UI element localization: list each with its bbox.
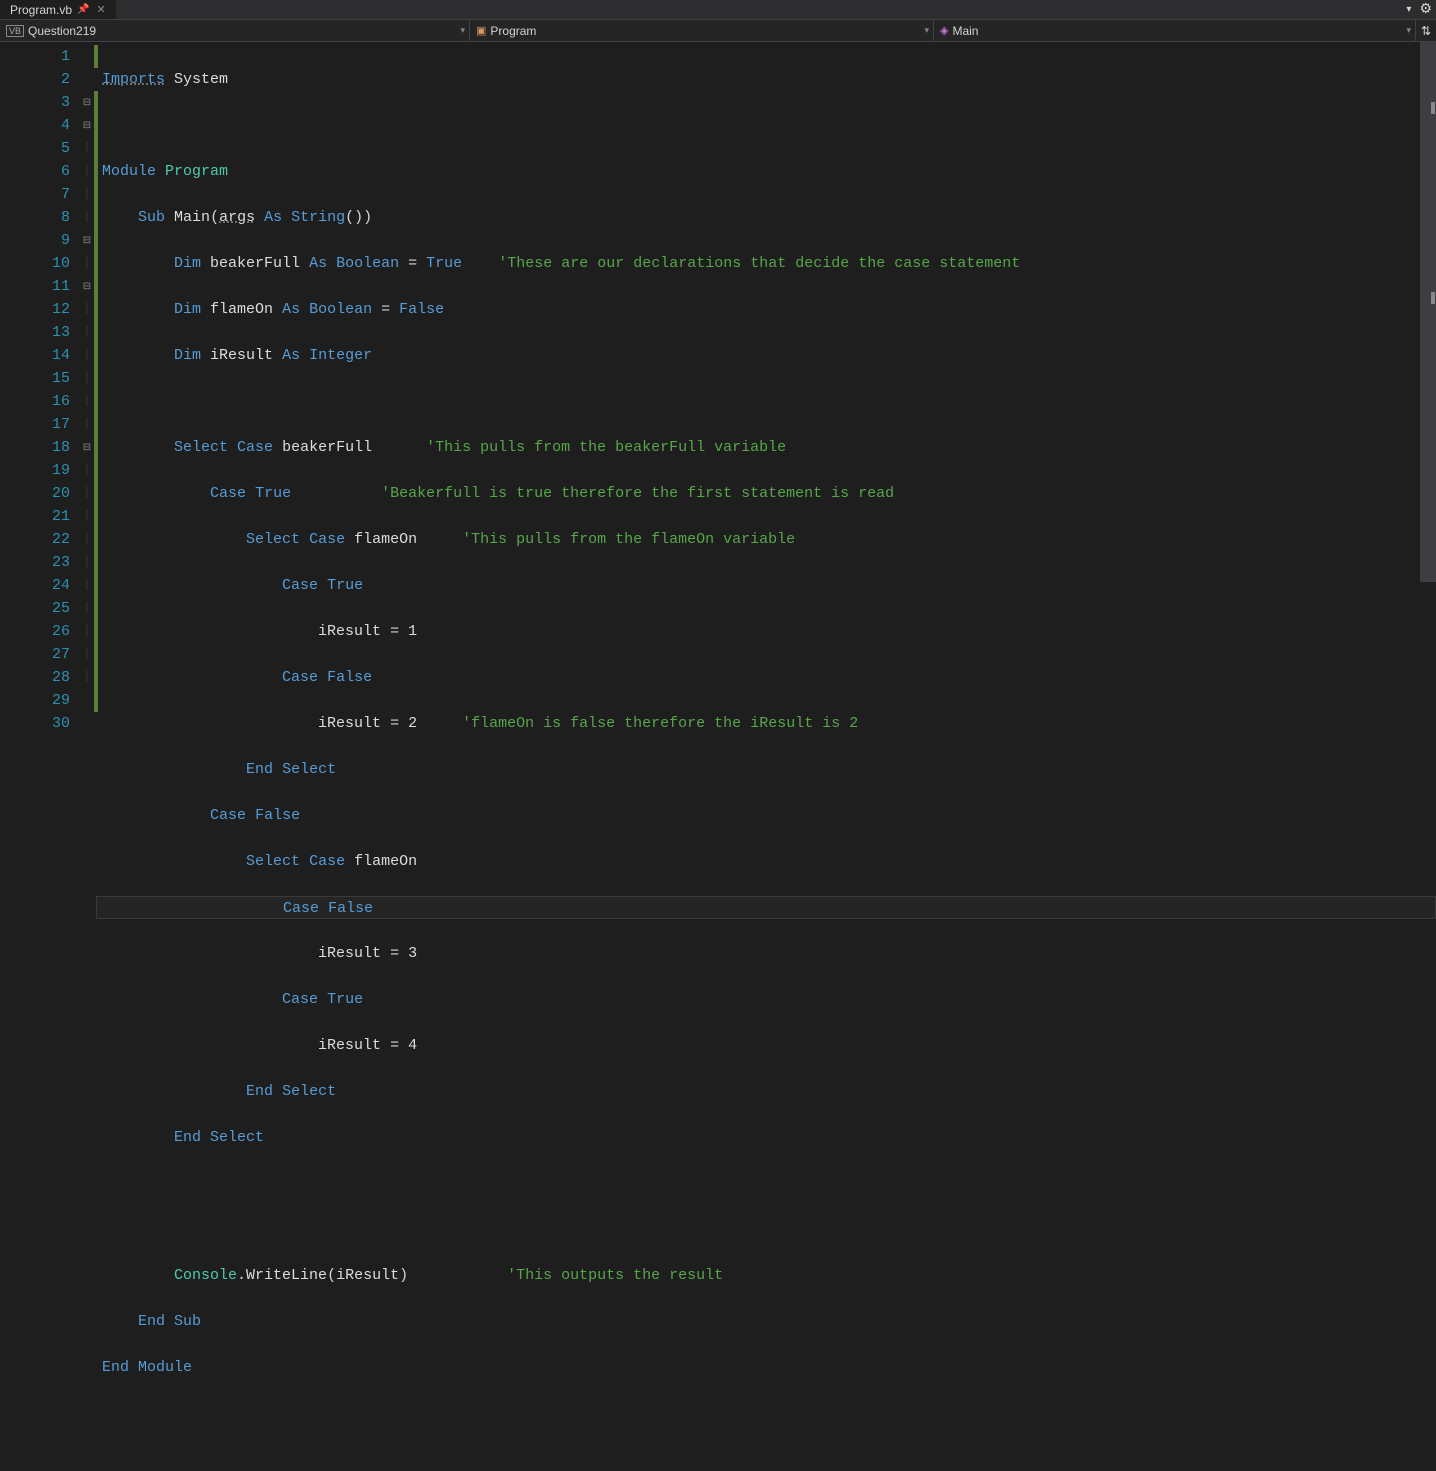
pin-icon[interactable]: 📌 [77,4,89,15]
gear-icon[interactable]: ⚙ [1419,1,1432,18]
split-editor-icon[interactable]: ⇅ [1416,20,1436,41]
fold-toggle[interactable]: ⊟ [80,275,94,298]
line-number: 6 [0,160,70,183]
code-line-current: Case False [96,896,1436,919]
line-number: 15 [0,367,70,390]
line-number: 4 [0,114,70,137]
class-name: Program [490,24,536,38]
scrollbar-thumb[interactable] [1420,42,1436,582]
line-number: 9 [0,229,70,252]
code-line [98,390,1436,413]
code-line: iResult = 4 [98,1034,1436,1057]
code-line: Select Case flameOn [98,850,1436,873]
file-tab[interactable]: Program.vb 📌 ✕ [0,0,116,19]
code-line: Case False [98,666,1436,689]
line-number: 23 [0,551,70,574]
line-number: 27 [0,643,70,666]
chevron-down-icon: ▾ [1406,25,1411,36]
line-number: 30 [0,712,70,735]
code-content[interactable]: Imports System Module Program Sub Main(a… [98,42,1436,780]
line-number-gutter: 1 2 3 4 5 6 7 8 9 10 11 12 13 14 15 16 1… [0,42,80,780]
scroll-marker [1431,292,1435,304]
code-line: Select Case flameOn 'This pulls from the… [98,528,1436,551]
code-line: End Select [98,758,1436,781]
code-line: End Select [98,1126,1436,1149]
code-line: Case True [98,574,1436,597]
line-number: 22 [0,528,70,551]
line-number: 26 [0,620,70,643]
line-number: 19 [0,459,70,482]
code-line: Dim beakerFull As Boolean = True 'These … [98,252,1436,275]
code-line: Select Case beakerFull 'This pulls from … [98,436,1436,459]
line-number: 28 [0,666,70,689]
code-line: Case True [98,988,1436,1011]
method-name: Main [952,24,978,38]
code-line: iResult = 1 [98,620,1436,643]
navigation-bar: VB Question219 ▾ ▣ Program ▾ ◈ Main ▾ ⇅ [0,20,1436,42]
code-line: Case False [98,804,1436,827]
method-dropdown[interactable]: ◈ Main ▾ [934,20,1416,41]
tab-bar: Program.vb 📌 ✕ ▾ ⚙ [0,0,1436,20]
line-number: 5 [0,137,70,160]
line-number: 13 [0,321,70,344]
method-icon: ◈ [940,24,948,37]
code-line [98,114,1436,137]
code-line: iResult = 2 'flameOn is false therefore … [98,712,1436,735]
line-number: 11 [0,275,70,298]
line-number: 2 [0,68,70,91]
scroll-marker [1431,102,1435,114]
code-line [98,1218,1436,1241]
project-name: Question219 [28,24,96,38]
line-number: 8 [0,206,70,229]
line-number: 16 [0,390,70,413]
editor[interactable]: 1 2 3 4 5 6 7 8 9 10 11 12 13 14 15 16 1… [0,42,1436,780]
fold-gutter: ⊟ ⊟ │ │ │ │ ⊟ │ ⊟ │ │ │ │ │ │ ⊟ │ │ │ │ … [80,42,94,780]
code-line: Console.WriteLine(iResult) 'This outputs… [98,1264,1436,1287]
line-number: 29 [0,689,70,712]
line-number: 3 [0,91,70,114]
project-dropdown[interactable]: VB Question219 ▾ [0,20,470,41]
fold-toggle[interactable]: ⊟ [80,436,94,459]
class-dropdown[interactable]: ▣ Program ▾ [470,20,934,41]
code-line: End Sub [98,1310,1436,1333]
code-line: Sub Main(args As String()) [98,206,1436,229]
code-line [98,1172,1436,1195]
line-number: 25 [0,597,70,620]
code-line: End Module [98,1356,1436,1379]
class-icon: ▣ [476,24,486,37]
line-number: 24 [0,574,70,597]
line-number: 21 [0,505,70,528]
vb-badge-icon: VB [6,25,24,37]
chevron-down-icon: ▾ [924,25,929,36]
tab-bar-right: ▾ ⚙ [1406,1,1432,18]
vertical-scrollbar[interactable] [1420,42,1436,780]
code-line: iResult = 3 [98,942,1436,965]
code-line: Case True 'Beakerfull is true therefore … [98,482,1436,505]
line-number: 17 [0,413,70,436]
dropdown-icon[interactable]: ▾ [1406,4,1411,16]
line-number: 14 [0,344,70,367]
code-line: Dim iResult As Integer [98,344,1436,367]
chevron-down-icon: ▾ [460,25,465,36]
fold-toggle[interactable]: ⊟ [80,114,94,137]
line-number: 10 [0,252,70,275]
fold-toggle[interactable]: ⊟ [80,229,94,252]
line-number: 1 [0,45,70,68]
close-icon[interactable]: ✕ [96,3,105,16]
code-line: Imports System [98,68,1436,91]
code-line [98,1402,1436,1425]
line-number: 12 [0,298,70,321]
fold-toggle[interactable]: ⊟ [80,91,94,114]
tab-filename: Program.vb [10,3,72,17]
line-number: 7 [0,183,70,206]
code-line: End Select [98,1080,1436,1103]
line-number: 18 [0,436,70,459]
code-line: Dim flameOn As Boolean = False [98,298,1436,321]
line-number: 20 [0,482,70,505]
code-line: Module Program [98,160,1436,183]
